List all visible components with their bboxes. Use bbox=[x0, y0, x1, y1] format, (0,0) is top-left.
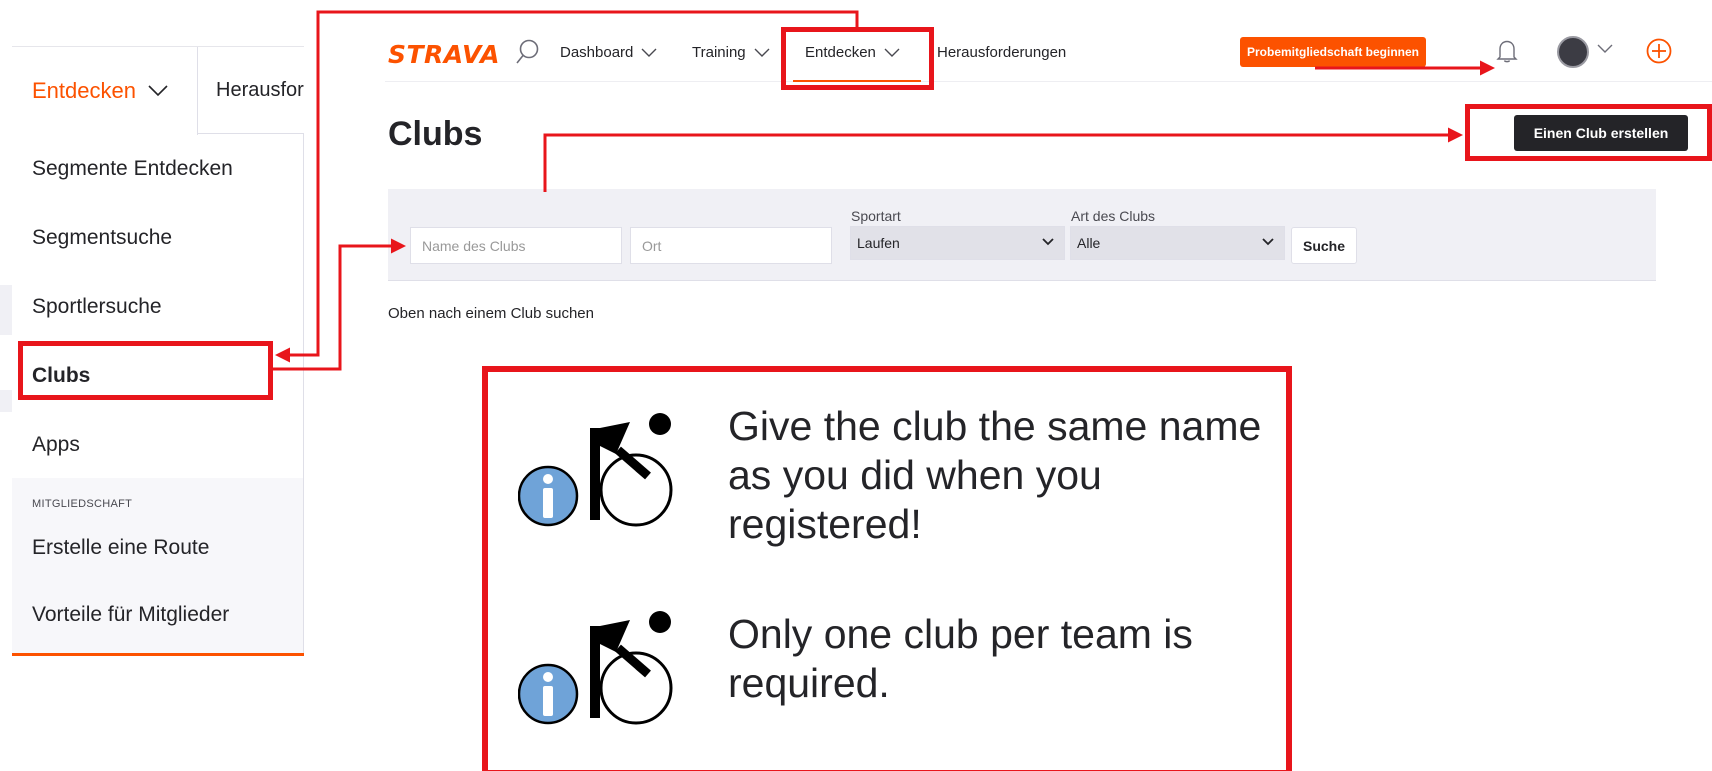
create-club-button[interactable]: Einen Club erstellen bbox=[1514, 115, 1688, 151]
menu-item-apps[interactable]: Apps bbox=[12, 410, 303, 479]
bell-icon[interactable] bbox=[1495, 38, 1519, 64]
sport-select[interactable]: Laufen bbox=[850, 226, 1065, 260]
info-tip-one-club: Only one club per team is required. bbox=[728, 611, 1193, 706]
top-navigation: STRAVA Dashboard Training Entdecken Hera… bbox=[385, 30, 1712, 82]
active-tab-indicator bbox=[793, 80, 921, 82]
strava-logo[interactable]: STRAVA bbox=[388, 40, 500, 69]
start-trial-button[interactable]: Probemitgliedschaft beginnen bbox=[1240, 37, 1426, 67]
avatar[interactable] bbox=[1557, 36, 1589, 68]
plus-icon[interactable] bbox=[1645, 37, 1673, 65]
club-type-select-value: Alle bbox=[1077, 235, 1101, 251]
membership-section: MITGLIEDSCHAFT Erstelle eine Route Vorte… bbox=[12, 478, 304, 653]
chevron-down-icon bbox=[1262, 238, 1274, 246]
tab-entdecken[interactable]: Entdecken bbox=[12, 47, 198, 135]
background-strip bbox=[0, 390, 12, 412]
search-hint-text: Oben nach einem Club suchen bbox=[388, 305, 594, 322]
club-search-filter: Name des Clubs Ort Sportart Laufen Art d… bbox=[388, 189, 1656, 281]
menu-item-erstelle-route[interactable]: Erstelle eine Route bbox=[32, 536, 209, 560]
club-name-input[interactable]: Name des Clubs bbox=[410, 227, 622, 264]
chevron-down-icon bbox=[641, 48, 657, 57]
nav-training[interactable]: Training bbox=[692, 44, 770, 61]
info-box: Give the club the same name as you did w… bbox=[482, 366, 1292, 771]
page-title: Clubs bbox=[388, 115, 483, 153]
sport-select-value: Laufen bbox=[857, 235, 900, 251]
explore-dropdown-panel: Entdecken Herausfor Segmente Entdecken S… bbox=[12, 46, 304, 656]
menu-item-sportlersuche[interactable]: Sportlersuche bbox=[12, 272, 303, 341]
chevron-down-icon bbox=[1042, 238, 1054, 246]
chevron-down-icon bbox=[884, 48, 900, 57]
dropdown-menu-list: Segmente Entdecken Segmentsuche Sportler… bbox=[12, 134, 304, 479]
membership-header: MITGLIEDSCHAFT bbox=[32, 498, 133, 510]
chevron-down-icon[interactable] bbox=[1597, 44, 1613, 54]
chevron-down-icon bbox=[148, 85, 168, 97]
nav-training-label: Training bbox=[692, 44, 746, 61]
nav-dashboard[interactable]: Dashboard bbox=[560, 44, 657, 61]
tab-entdecken-label: Entdecken bbox=[32, 78, 136, 103]
nav-entdecken-label: Entdecken bbox=[805, 44, 876, 61]
background-strip bbox=[0, 285, 12, 335]
nav-herausforderungen[interactable]: Herausforderungen bbox=[937, 44, 1066, 61]
location-input[interactable]: Ort bbox=[630, 227, 832, 264]
club-type-label: Art des Clubs bbox=[1071, 208, 1156, 224]
menu-item-segmente-entdecken[interactable]: Segmente Entdecken bbox=[12, 134, 303, 203]
nav-entdecken[interactable]: Entdecken bbox=[805, 44, 900, 61]
info-tip-same-name: Give the club the same name as you did w… bbox=[728, 403, 1262, 547]
nav-dashboard-label: Dashboard bbox=[560, 44, 634, 61]
club-type-select[interactable]: Alle bbox=[1070, 226, 1285, 260]
cyclist-info-icon bbox=[518, 611, 673, 725]
menu-item-vorteile[interactable]: Vorteile für Mitglieder bbox=[32, 603, 229, 627]
sport-label: Sportart bbox=[851, 208, 901, 224]
dropdown-tabs: Entdecken Herausfor bbox=[12, 46, 304, 135]
menu-item-segmentsuche[interactable]: Segmentsuche bbox=[12, 203, 303, 272]
tab-herausforderungen[interactable]: Herausfor bbox=[198, 47, 304, 134]
cyclist-info-icon bbox=[518, 413, 673, 527]
chevron-down-icon bbox=[754, 48, 770, 57]
nav-herausforderungen-label: Herausforderungen bbox=[937, 44, 1067, 61]
menu-item-clubs[interactable]: Clubs bbox=[12, 341, 303, 410]
search-icon[interactable] bbox=[515, 38, 541, 66]
search-button[interactable]: Suche bbox=[1291, 227, 1357, 264]
